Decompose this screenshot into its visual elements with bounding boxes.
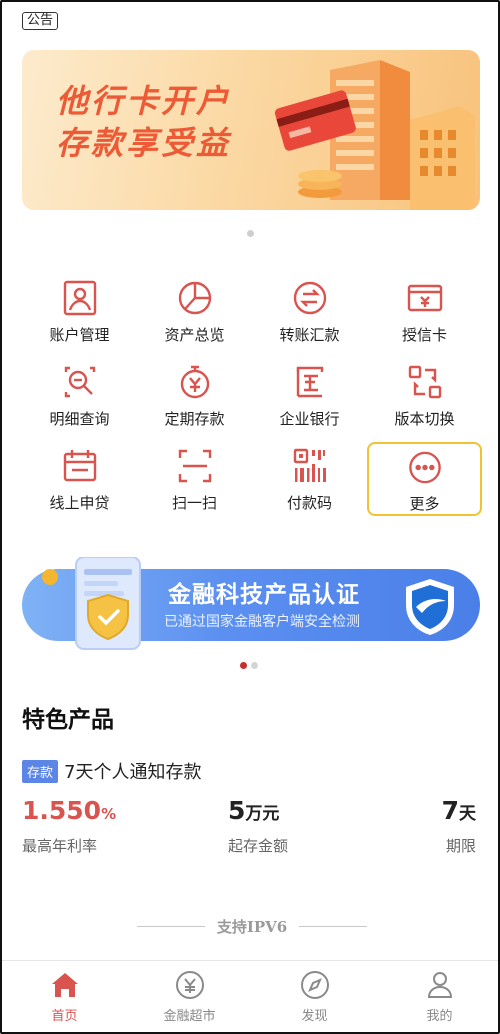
tile-label: 更多	[409, 495, 440, 513]
account-icon	[63, 280, 96, 316]
certification-banner[interactable]: 金融科技产品认证 已通过国家金融客户端安全检测	[22, 557, 480, 650]
service-enterprise-bank[interactable]: 企业银行	[252, 358, 367, 432]
switch-icon	[408, 365, 441, 399]
ipv6-text: 支持IPV6	[216, 918, 288, 936]
term-unit: 天	[459, 804, 476, 824]
min-unit: 万元	[245, 804, 280, 824]
yuan-circle-icon	[175, 971, 204, 999]
tile-label: 转账汇款	[279, 326, 340, 344]
pie-chart-icon	[178, 281, 211, 315]
metric-term: 7天 期限	[442, 796, 476, 856]
min-value: 5	[228, 796, 246, 825]
notice-tag[interactable]: 公告	[22, 12, 59, 30]
phone-shield-illustration	[42, 557, 141, 650]
compass-icon	[300, 971, 329, 999]
product-name: 7天个人通知存款	[64, 762, 202, 783]
term-value: 7	[441, 796, 459, 825]
service-fixed-deposit[interactable]: 定期存款	[137, 358, 252, 432]
bottom-tab-bar: 首页 金融超市 发现 我的	[2, 960, 498, 1032]
banner-line-2: 存款享受益	[56, 124, 232, 162]
user-icon	[427, 972, 452, 998]
service-asset-overview[interactable]: 资产总览	[137, 274, 252, 348]
tab-label: 发现	[301, 1009, 328, 1024]
section-title: 特色产品	[22, 707, 114, 733]
rate-value: 1.550	[22, 796, 102, 825]
certification-subtitle: 已通过国家金融客户端安全检测	[164, 614, 360, 630]
transfer-icon	[293, 281, 326, 315]
tile-label: 授信卡	[401, 326, 447, 344]
tab-label: 首页	[51, 1009, 78, 1024]
banner-pager-dot	[247, 230, 254, 237]
tab-home[interactable]: 首页	[2, 961, 127, 1032]
metric-rate: 1.550% 最高年利率	[22, 796, 116, 856]
rate-unit: %	[101, 805, 117, 823]
barcode-icon	[293, 448, 326, 482]
tile-label: 扫一扫	[171, 494, 217, 512]
scan-icon	[178, 449, 211, 483]
service-more[interactable]: 更多	[367, 442, 482, 516]
service-detail-query[interactable]: 明细查询	[22, 358, 137, 432]
pager-dot	[251, 662, 258, 669]
tile-label: 线上申贷	[49, 494, 110, 512]
service-credit-card[interactable]: 授信卡	[367, 274, 482, 348]
service-grid: 账户管理 资产总览 转账汇款 授信卡 明细查询 定期存款 企业银行 版本切换 线…	[22, 274, 482, 516]
divider	[137, 926, 205, 927]
min-label: 起存金额	[228, 837, 289, 855]
service-version-switch[interactable]: 版本切换	[367, 358, 482, 432]
service-transfer[interactable]: 转账汇款	[252, 274, 367, 348]
credit-card-icon	[407, 284, 442, 312]
calendar-icon	[63, 450, 96, 482]
tile-label: 账户管理	[49, 326, 110, 344]
pager-dot-active	[240, 662, 247, 669]
tile-label: 版本切换	[394, 410, 455, 428]
service-account-management[interactable]: 账户管理	[22, 274, 137, 348]
certification-title: 金融科技产品认证	[168, 582, 360, 608]
term-label: 期限	[445, 837, 476, 855]
service-payment-code[interactable]: 付款码	[252, 442, 367, 516]
banner-line-1: 他行卡开户	[56, 82, 232, 120]
tab-label: 我的	[426, 1009, 453, 1024]
tile-label: 定期存款	[164, 410, 225, 428]
tab-mine[interactable]: 我的	[377, 961, 498, 1032]
search-doc-icon	[64, 366, 95, 398]
service-scan[interactable]: 扫一扫	[137, 442, 252, 516]
tab-financial-market[interactable]: 金融超市	[127, 961, 252, 1032]
app-screen: 公告 他行卡开户 存款享受益 账户管理 资产总览 转账汇款 授信卡 明细查询 定…	[0, 0, 500, 1034]
rate-label: 最高年利率	[22, 837, 98, 855]
product-header[interactable]: 存款 7天个人通知存款	[22, 758, 201, 784]
tab-discover[interactable]: 发现	[252, 961, 377, 1032]
tile-label: 企业银行	[279, 410, 340, 428]
ipv6-support-note: 支持IPV6	[137, 916, 367, 937]
shield-icon	[406, 579, 454, 635]
tile-label: 明细查询	[49, 410, 110, 428]
promo-banner[interactable]: 他行卡开户 存款享受益	[22, 50, 480, 210]
tile-label: 付款码	[286, 494, 332, 512]
tile-label: 资产总览	[164, 326, 225, 344]
stopwatch-yuan-icon	[180, 365, 209, 399]
promo-pager	[240, 662, 258, 669]
divider	[299, 926, 367, 927]
more-icon	[408, 451, 441, 484]
home-icon	[51, 973, 78, 997]
service-online-loan[interactable]: 线上申贷	[22, 442, 137, 516]
tab-label: 金融超市	[163, 1009, 216, 1024]
buildings-illustration	[274, 60, 475, 210]
enterprise-icon	[296, 366, 323, 398]
product-badge: 存款	[22, 759, 59, 783]
metric-min-amount: 5万元 起存金额	[228, 796, 288, 856]
